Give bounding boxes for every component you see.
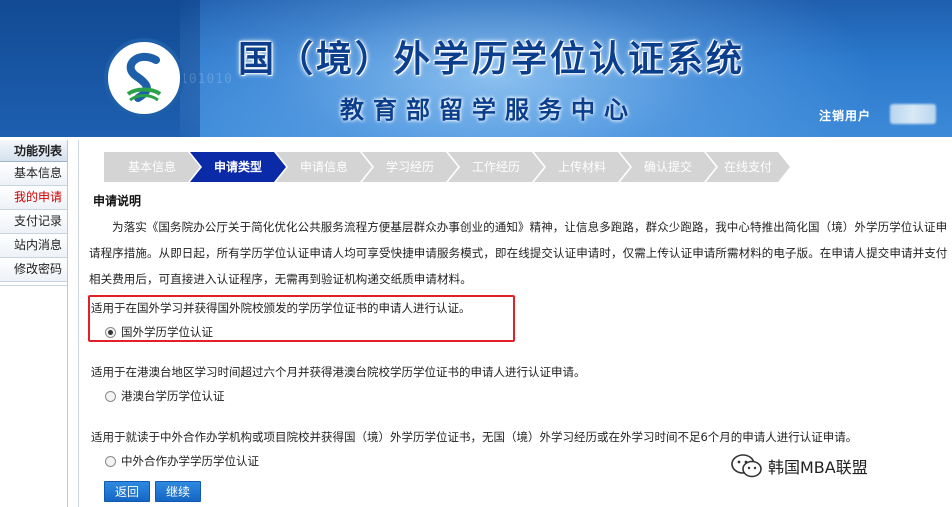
step-application-type: 申请类型 <box>190 152 286 182</box>
logout-link[interactable]: 注销用户 <box>819 107 871 124</box>
radio-unchecked-icon[interactable] <box>105 390 116 402</box>
banner-binary-text: 101010 <box>180 72 233 87</box>
cscse-logo-icon <box>104 38 184 118</box>
sidebar-divider <box>0 282 67 286</box>
wechat-icon <box>730 452 764 480</box>
option-label[interactable]: 国外学历学位认证 <box>121 322 213 342</box>
section-title: 申请说明 <box>93 194 142 208</box>
step-online-payment: 在线支付 <box>706 152 790 182</box>
radio-checked-icon[interactable] <box>105 326 116 338</box>
application-instructions: 为落实《国务院办公厅关于简化优化公共服务流程方便基层群众办事创业的通知》精神，让… <box>89 220 948 286</box>
option-foreign: 适用于在国外学习并获得国外院校颁发的学历学位证书的申请人进行认证。 国外学历学位… <box>91 298 471 342</box>
watermark-text: 韩国MBA联盟 <box>768 458 868 477</box>
option-radio-hmt-degree[interactable]: 港澳台学历学位认证 <box>91 386 586 406</box>
system-subtitle: 教育部留学服务中心 <box>340 95 637 124</box>
radio-unchecked-icon[interactable] <box>105 455 116 467</box>
sidebar-item-my-application[interactable]: 我的申请 <box>0 186 67 210</box>
system-title: 国（境）外学历学位认证系统 <box>238 38 746 80</box>
option-label[interactable]: 中外合作办学学历学位认证 <box>121 451 259 471</box>
step-confirm-submit: 确认提交 <box>620 152 716 182</box>
option-description: 适用于在国外学习并获得国外院校颁发的学历学位证书的申请人进行认证。 <box>91 301 471 315</box>
option-hk-macao-taiwan: 适用于在港澳台地区学习时间超过六个月并获得港澳台院校学历学位证书的申请人进行认证… <box>91 362 586 406</box>
wechat-watermark: 韩国MBA联盟 <box>730 452 868 480</box>
sidebar-item-basic-info[interactable]: 基本信息 <box>0 162 67 186</box>
username-redacted <box>890 104 936 124</box>
header-banner: 101010 10100 国（境）外学历学位认证系统 教育部留学服务中心 注销用… <box>0 0 952 137</box>
option-label[interactable]: 港澳台学历学位认证 <box>121 386 225 406</box>
step-upload-materials: 上传材料 <box>534 152 630 182</box>
option-radio-foreign-degree[interactable]: 国外学历学位认证 <box>91 322 471 342</box>
step-study-history: 学习经历 <box>362 152 458 182</box>
sidebar: 功能列表 基本信息 我的申请 支付记录 站内消息 修改密码 <box>0 140 68 507</box>
sidebar-item-messages[interactable]: 站内消息 <box>0 234 67 258</box>
sidebar-heading: 功能列表 <box>0 140 67 162</box>
option-description: 适用于在港澳台地区学习时间超过六个月并获得港澳台院校学历学位证书的申请人进行认证… <box>91 365 586 379</box>
sidebar-item-change-password[interactable]: 修改密码 <box>0 258 67 282</box>
sidebar-item-payment-records[interactable]: 支付记录 <box>0 210 67 234</box>
step-application-info: 申请信息 <box>276 152 372 182</box>
continue-button[interactable]: 继续 <box>155 481 202 502</box>
step-work-history: 工作经历 <box>448 152 544 182</box>
option-description: 适用于就读于中外合作办学机构或项目院校并获得国（境）外学历学位证书，无国（境）外… <box>91 430 858 444</box>
back-button[interactable]: 返回 <box>104 481 151 502</box>
step-progress-bar: 基本信息 申请类型 申请信息 学习经历 工作经历 上传材料 确认提交 在线支付 <box>104 152 790 182</box>
step-basic-info: 基本信息 <box>104 152 200 182</box>
